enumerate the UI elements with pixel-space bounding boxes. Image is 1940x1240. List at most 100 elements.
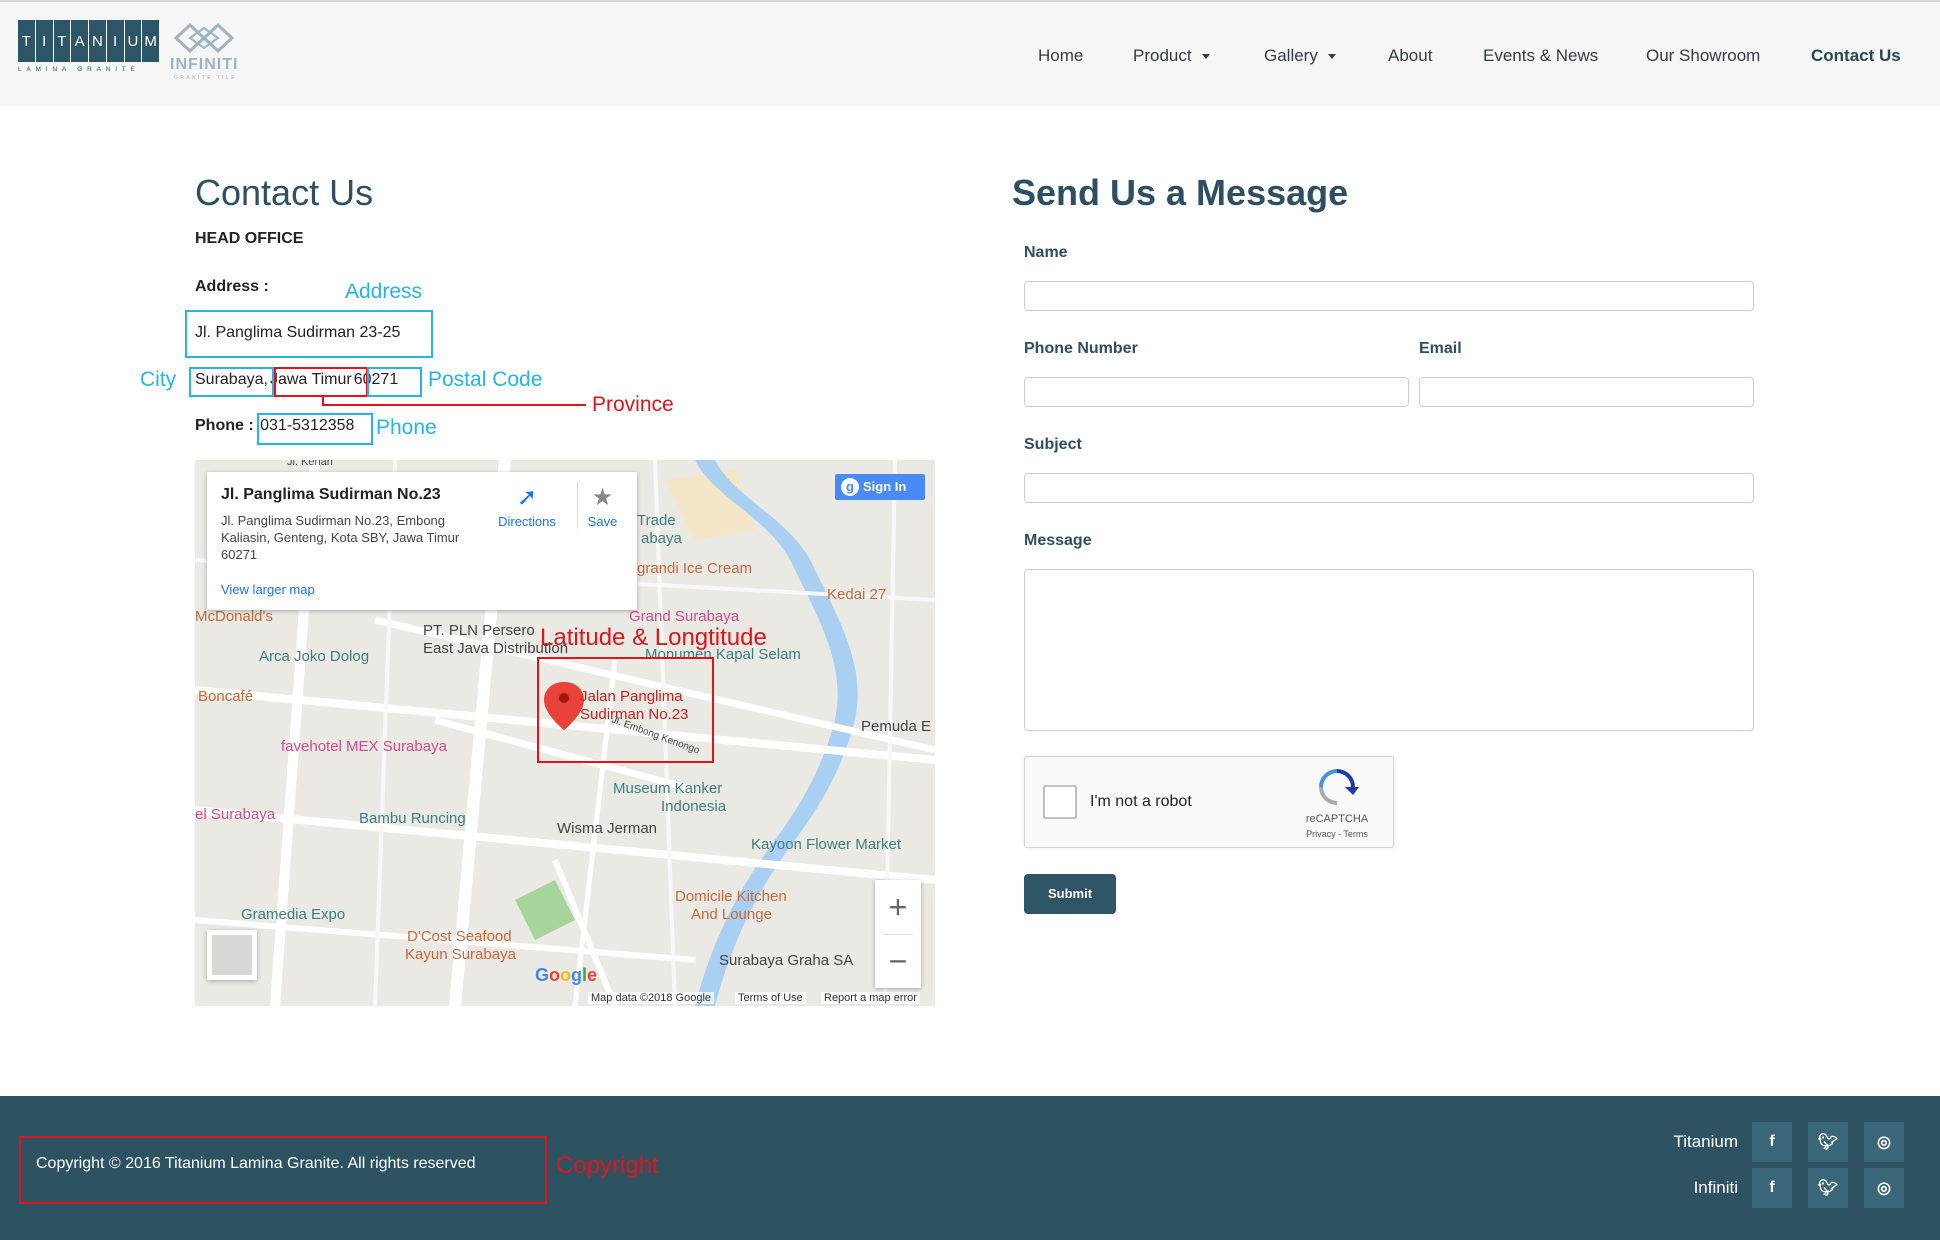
map-label: Surabaya Graha SA	[719, 952, 854, 969]
street-view-button[interactable]	[207, 930, 257, 980]
recaptcha-logo-icon	[1319, 769, 1359, 805]
map-label: Gramedia Expo	[241, 906, 346, 923]
infiniti-instagram-button[interactable]: ◎	[1864, 1168, 1904, 1208]
infiniti-twitter-button[interactable]: 🐦︎	[1808, 1168, 1848, 1208]
nav-gallery[interactable]: Gallery	[1264, 44, 1336, 68]
subject-label: Subject	[1024, 436, 1082, 453]
titanium-facebook-button[interactable]: f	[1752, 1122, 1792, 1162]
twitter-icon: 🐦︎	[1817, 1180, 1839, 1197]
nav-our-showroom[interactable]: Our Showroom	[1646, 44, 1760, 68]
map-label: PT. PLN Persero	[423, 622, 535, 639]
map-terms-link[interactable]: Terms of Use	[735, 992, 806, 1004]
infiniti-logo-tag: GRANITE TILE	[174, 75, 237, 81]
facebook-icon: f	[1769, 1179, 1775, 1196]
nav-home[interactable]: Home	[1038, 44, 1083, 68]
directions-icon: ➚	[516, 484, 538, 511]
map-label: Wisma Jerman	[557, 820, 658, 837]
save-label: Save	[587, 514, 618, 529]
titanium-twitter-button[interactable]: 🐦︎	[1808, 1122, 1848, 1162]
save-button[interactable]: ★ Save	[577, 482, 627, 529]
head-office-label: HEAD OFFICE	[195, 230, 304, 247]
email-label: Email	[1419, 340, 1462, 357]
phone-highlight-box	[257, 413, 373, 445]
contact-heading: Contact Us	[195, 172, 374, 213]
map-report-link[interactable]: Report a map error	[821, 992, 920, 1004]
top-navbar: T I T A N I U M LAMINA GRANITE INFINITI …	[0, 0, 1940, 106]
phone-number-input[interactable]	[1024, 377, 1409, 407]
phone-annotation: Phone	[376, 416, 437, 439]
phone-number-label: Phone Number	[1024, 340, 1138, 357]
caret-down-icon	[1201, 54, 1210, 60]
twitter-icon: 🐦︎	[1817, 1134, 1839, 1151]
city-highlight-box	[189, 367, 274, 397]
instagram-icon: ◎	[1877, 1180, 1891, 1197]
map-label: favehotel MEX Surabaya	[281, 738, 447, 755]
nav-contact-us[interactable]: Contact Us	[1811, 44, 1901, 68]
google-g-icon: g	[841, 478, 859, 496]
message-textarea[interactable]	[1024, 569, 1754, 731]
zoom-out-button[interactable]: −	[875, 934, 921, 988]
map-label: abaya	[641, 530, 682, 547]
titanium-instagram-button[interactable]: ◎	[1864, 1122, 1904, 1162]
infiniti-facebook-button[interactable]: f	[1752, 1168, 1792, 1208]
recaptcha-checkbox[interactable]	[1043, 785, 1077, 819]
map-label: Arca Joko Dolog	[259, 648, 370, 665]
phone-label: Phone :	[195, 417, 254, 434]
map-label: Kayun Surabaya	[405, 946, 516, 963]
footer-brand-titanium: Titanium	[1673, 1132, 1738, 1151]
place-address: Jl. Panglima Sudirman No.23, Embong Kali…	[221, 513, 460, 562]
map-sign-in-button[interactable]: g Sign In	[835, 474, 925, 500]
map-data-credit: Map data ©2018 Google	[588, 992, 715, 1004]
map-label: Kedai 27	[827, 586, 887, 603]
map-label: Kayoon Flower Market	[751, 836, 902, 853]
zoom-in-button[interactable]: +	[875, 880, 921, 934]
send-message-heading: Send Us a Message	[1012, 172, 1349, 213]
map-label: Pemuda E	[861, 718, 932, 735]
instagram-icon: ◎	[1877, 1134, 1891, 1151]
address-highlight-box	[185, 310, 433, 358]
map-label: Jl. Kenari	[287, 460, 333, 468]
recaptcha-links[interactable]: Privacy - Terms	[1287, 829, 1387, 839]
postal-code-highlight-box	[367, 367, 422, 397]
map-label: Bambu Runcing	[359, 810, 466, 827]
google-logo: Google	[535, 965, 598, 985]
map-label: Boncafé	[198, 688, 254, 705]
nav-about[interactable]: About	[1388, 44, 1432, 68]
map-zoom-controls: + −	[875, 880, 921, 988]
map-label: grandi Ice Cream	[637, 560, 753, 577]
zoom-divider	[883, 934, 913, 935]
province-annotation: Province	[592, 393, 674, 416]
map-label: Domicile Kitchen	[675, 888, 787, 905]
nav-gallery-label: Gallery	[1264, 46, 1318, 65]
name-input[interactable]	[1024, 281, 1754, 311]
copyright-annotation: Copyright	[556, 1152, 659, 1179]
map-label: Museum Kanker	[613, 780, 723, 797]
map-label: D'Cost Seafood	[407, 928, 512, 945]
postal-code-annotation: Postal Code	[428, 368, 543, 391]
nav-events-news[interactable]: Events & News	[1483, 44, 1598, 68]
view-larger-map-link[interactable]: View larger map	[221, 582, 315, 597]
recaptcha-label: I'm not a robot	[1090, 793, 1192, 810]
map-label: McDonald's	[195, 608, 273, 625]
map-label: el Surabaya	[195, 806, 276, 823]
map-place-card: Jl. Panglima Sudirman No.23 Jl. Panglima…	[207, 472, 637, 610]
map-label: Indonesia	[661, 798, 727, 815]
nav-product-label: Product	[1133, 46, 1192, 65]
caret-down-icon	[1327, 54, 1336, 60]
main-nav: Home Product Gallery About Events & News…	[0, 44, 1940, 68]
map-label: Grand Surabaya	[629, 608, 740, 625]
email-input[interactable]	[1419, 377, 1754, 407]
map-label: Trade	[637, 512, 676, 529]
latlng-annotation: Latitude & Longtitude	[540, 624, 767, 651]
province-leader-h	[322, 404, 586, 406]
address-label: Address :	[195, 278, 269, 295]
copyright-highlight-box	[19, 1136, 547, 1204]
address-annotation: Address	[345, 280, 423, 303]
recaptcha-brand: reCAPTCHA	[1305, 813, 1369, 825]
star-icon: ★	[591, 484, 614, 511]
pegman-icon	[212, 935, 252, 975]
submit-button[interactable]: Submit	[1024, 874, 1116, 914]
subject-input[interactable]	[1024, 473, 1754, 503]
directions-button[interactable]: ➚ Directions	[492, 482, 562, 529]
nav-product[interactable]: Product	[1133, 44, 1210, 68]
